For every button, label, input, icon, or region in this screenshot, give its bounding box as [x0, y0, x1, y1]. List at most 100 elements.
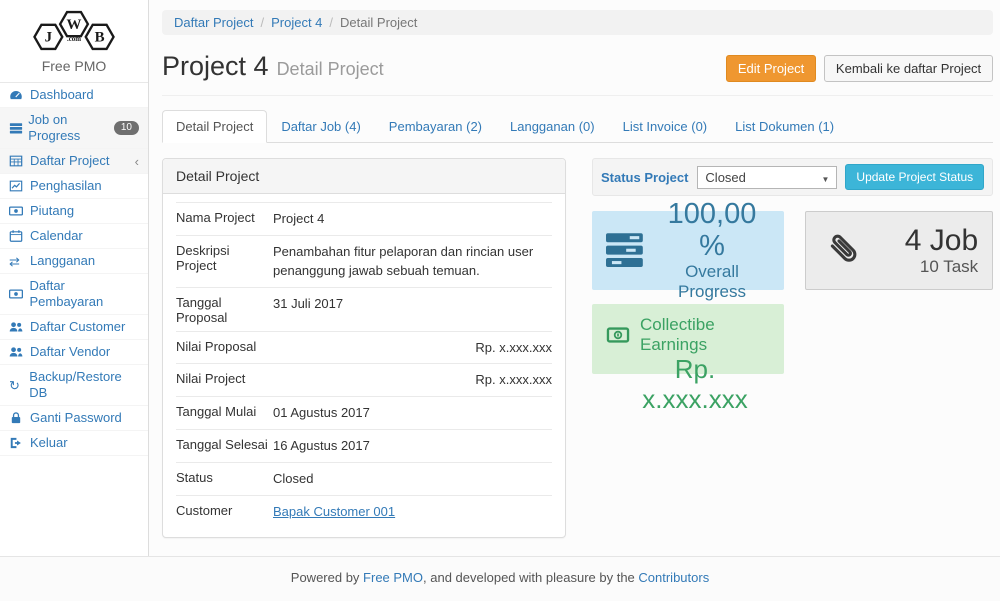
breadcrumb-item-project-4[interactable]: Project 4	[271, 15, 322, 30]
sidebar-item-label: Ganti Password	[30, 410, 122, 426]
status-project-bar: Status Project Closed ▼ Update Project S…	[592, 158, 993, 196]
detail-label: Tanggal Proposal	[176, 295, 273, 325]
retweet-icon: ⇄	[9, 255, 27, 268]
count-badge: 10	[114, 121, 139, 135]
right-column: Status Project Closed ▼ Update Project S…	[592, 158, 993, 538]
free-pmo-link[interactable]: Free PMO	[363, 570, 423, 585]
status-select-value: Closed	[705, 170, 745, 185]
sidebar-item-daftar-customer[interactable]: Daftar Customer	[0, 315, 148, 340]
footer-text-middle: , and developed with pleasure by the	[423, 570, 638, 585]
refresh-icon: ↻	[9, 379, 26, 392]
detail-value: 16 Agustus 2017	[273, 437, 552, 456]
detail-row-status: StatusClosed	[176, 462, 552, 495]
sidebar-item-label: Daftar Project	[30, 153, 109, 169]
sidebar-item-label: Penghasilan	[30, 178, 102, 194]
sidebar-item-daftar-pembayaran[interactable]: Daftar Pembayaran	[0, 274, 148, 315]
page-subtitle: Detail Project	[277, 59, 384, 79]
sidebar-item-label: Daftar Customer	[30, 319, 125, 335]
detail-row-deskripsi-project: Deskripsi ProjectPenambahan fitur pelapo…	[176, 235, 552, 287]
sidebar-item-penghasilan[interactable]: Penghasilan	[0, 174, 148, 199]
money-icon	[605, 324, 631, 346]
logo-com-text: .com	[67, 35, 81, 43]
progress-value: 100,00 %	[654, 199, 770, 263]
footer-text-before: Powered by	[291, 570, 363, 585]
table-icon	[9, 154, 27, 168]
sidebar-item-langganan[interactable]: ⇄Langganan	[0, 249, 148, 274]
status-select[interactable]: Closed ▼	[697, 166, 837, 189]
sidebar-item-label: Langganan	[30, 253, 95, 269]
detail-value: Rp. x.xxx.xxx	[273, 339, 552, 358]
tab-list-dokumen-1[interactable]: List Dokumen (1)	[721, 110, 848, 143]
tab-list-invoice-0[interactable]: List Invoice (0)	[609, 110, 722, 143]
header-buttons: Edit Project Kembali ke daftar Project	[726, 55, 993, 82]
detail-value: 31 Juli 2017	[273, 295, 552, 325]
detail-row-tanggal-mulai: Tanggal Mulai01 Agustus 2017	[176, 396, 552, 429]
sidebar-item-calendar[interactable]: Calendar	[0, 224, 148, 249]
detail-table: Nama ProjectProject 4Deskripsi ProjectPe…	[163, 194, 565, 537]
detail-project-panel: Detail Project Nama ProjectProject 4Desk…	[162, 158, 566, 538]
money-icon	[9, 204, 27, 218]
logo-letter-w: W	[67, 17, 82, 33]
brand: J W B .com Free PMO	[0, 0, 148, 83]
status-project-label: Status Project	[601, 170, 688, 185]
update-project-status-button[interactable]: Update Project Status	[845, 164, 984, 190]
sidebar-item-label: Daftar Pembayaran	[29, 278, 139, 310]
tasks-icon	[606, 233, 644, 268]
left-column: Detail Project Nama ProjectProject 4Desk…	[162, 158, 566, 538]
breadcrumb-separator: /	[260, 15, 264, 30]
sidebar-item-dashboard[interactable]: Dashboard	[0, 83, 148, 108]
sidebar-item-label: Keluar	[30, 435, 68, 451]
detail-row-nilai-project: Nilai ProjectRp. x.xxx.xxx	[176, 363, 552, 396]
tab-daftar-job-4[interactable]: Daftar Job (4)	[267, 110, 374, 143]
contributors-link[interactable]: Contributors	[638, 570, 709, 585]
detail-label: Deskripsi Project	[176, 243, 273, 281]
footer: Powered by Free PMO, and developed with …	[0, 556, 1000, 601]
detail-value: Bapak Customer 001	[273, 503, 552, 522]
sidebar-item-label: Backup/Restore DB	[29, 369, 139, 401]
sidebar-item-backup-restore-db[interactable]: ↻Backup/Restore DB	[0, 365, 148, 406]
breadcrumb-item-detail-project: Detail Project	[340, 15, 417, 30]
detail-row-nama-project: Nama ProjectProject 4	[176, 202, 552, 235]
sidebar-item-label: Dashboard	[30, 87, 94, 103]
brand-name: Free PMO	[6, 58, 142, 74]
money-icon	[9, 287, 26, 301]
calendar-icon	[9, 229, 27, 243]
detail-label: Tanggal Selesai	[176, 437, 273, 456]
sidebar-item-job-on-progress[interactable]: Job on Progress10	[0, 108, 148, 149]
edit-project-button[interactable]: Edit Project	[726, 55, 816, 82]
jwb-logo: J W B .com	[27, 8, 121, 53]
detail-value: Closed	[273, 470, 552, 489]
sidebar-item-label: Piutang	[30, 203, 74, 219]
breadcrumb-item-daftar-project[interactable]: Daftar Project	[174, 15, 253, 30]
back-to-project-list-button[interactable]: Kembali ke daftar Project	[824, 55, 993, 82]
detail-value: Penambahan fitur pelaporan dan rincian u…	[273, 243, 552, 281]
tab-bar: Detail ProjectDaftar Job (4)Pembayaran (…	[162, 110, 993, 143]
paperclip-icon	[824, 231, 864, 271]
detail-label: Nilai Proposal	[176, 339, 273, 358]
sidebar-item-daftar-project[interactable]: Daftar Project ‹	[0, 149, 148, 174]
customer-link[interactable]: Bapak Customer 001	[273, 504, 395, 519]
sidebar-item-daftar-vendor[interactable]: Daftar Vendor	[0, 340, 148, 365]
tab-pembayaran-2[interactable]: Pembayaran (2)	[375, 110, 496, 143]
sidebar-item-piutang[interactable]: Piutang	[0, 199, 148, 224]
tab-langganan-0[interactable]: Langganan (0)	[496, 110, 609, 143]
detail-row-tanggal-proposal: Tanggal Proposal31 Juli 2017	[176, 287, 552, 331]
sidebar-item-ganti-password[interactable]: Ganti Password	[0, 406, 148, 431]
detail-label: Status	[176, 470, 273, 489]
info-boxes: 100,00 % Overall Progress 4 Job 10 Task	[592, 211, 993, 290]
sign-out-icon	[9, 436, 27, 450]
sidebar-menu: DashboardJob on Progress10Daftar Project…	[0, 83, 148, 456]
sidebar-item-label: Calendar	[30, 228, 83, 244]
progress-label: Overall Progress	[654, 262, 770, 302]
sidebar-item-keluar[interactable]: Keluar	[0, 431, 148, 456]
chevron-left-icon: ‹	[135, 155, 139, 168]
page-titles: Project 4Detail Project	[162, 51, 384, 82]
detail-panel-title: Detail Project	[163, 159, 565, 194]
detail-row-customer: CustomerBapak Customer 001	[176, 495, 552, 528]
earnings-label: Collectibe Earnings	[640, 315, 771, 355]
breadcrumb-separator: /	[329, 15, 333, 30]
jobs-count: 4 Job	[874, 224, 978, 257]
tab-detail-project[interactable]: Detail Project	[162, 110, 267, 143]
users-icon	[9, 345, 27, 359]
sidebar: J W B .com Free PMO Dashboard Job on Prog…	[0, 0, 149, 556]
